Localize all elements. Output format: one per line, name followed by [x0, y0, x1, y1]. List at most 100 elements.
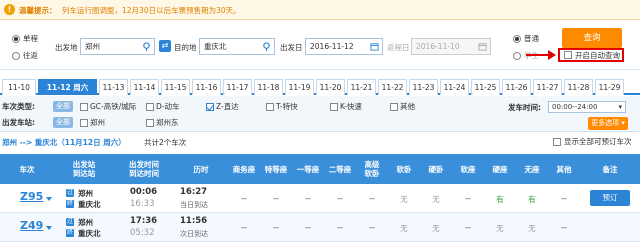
filter-type-z[interactable]: Z-直达 — [206, 101, 239, 112]
seat-availability[interactable]: 无 — [421, 194, 451, 205]
date-tab[interactable]: 11-16 — [192, 79, 221, 95]
date-tab[interactable]: 11-14 — [130, 79, 159, 95]
filter-type-k[interactable]: K-快速 — [330, 101, 362, 112]
radio-dot[interactable] — [513, 51, 521, 60]
filter-station-zhengzhoudong[interactable]: 郑州东 — [146, 117, 179, 128]
chevron-down-icon[interactable] — [46, 226, 52, 230]
date-tab[interactable]: 11-17 — [223, 79, 252, 95]
train-type-all-button[interactable]: 全部 — [53, 101, 73, 112]
date-tab[interactable]: 11-13 — [99, 79, 128, 95]
seat-availability: -- — [465, 223, 471, 232]
filter-station-zhengzhou[interactable]: 郑州 — [80, 117, 105, 128]
date-tab[interactable]: 11-26 — [502, 79, 531, 95]
checkbox[interactable] — [80, 118, 88, 127]
filter-type-d[interactable]: D-动车 — [146, 101, 179, 112]
more-options-button[interactable]: 更多选项 ▾ — [588, 117, 628, 130]
filter-type-other[interactable]: 其他 — [390, 101, 415, 112]
checkbox[interactable] — [266, 102, 274, 111]
train-number-link[interactable]: Z49 — [20, 219, 43, 232]
to-station[interactable]: 重庆北 — [78, 199, 101, 210]
to-station[interactable]: 重庆北 — [78, 228, 101, 239]
date-tab[interactable]: 11-22 — [378, 79, 407, 95]
seat-availability[interactable]: 无 — [389, 194, 419, 205]
date-tab[interactable]: 11-18 — [254, 79, 283, 95]
filter-panel: 车次类型: 全部 GC-高铁/城际 D-动车 Z-直达 T-特快 K-快速 其他… — [0, 96, 640, 132]
date-tab[interactable]: 11-10 — [2, 79, 36, 95]
table-row: Z49 过郑州终重庆北 17:36 05:32 11:56 次日到达 -- -- -- -- -- 无… — [0, 213, 640, 242]
checkbox[interactable] — [146, 118, 154, 127]
date-tab[interactable]: 11-28 — [564, 79, 593, 95]
checkbox[interactable] — [390, 102, 398, 111]
radio-dot[interactable] — [12, 34, 20, 43]
seat-availability[interactable]: 无 — [485, 223, 515, 234]
station-label: 出发车站: — [2, 118, 35, 127]
date-tab[interactable]: 11-25 — [471, 79, 500, 95]
checkbox-label: 郑州 — [90, 118, 105, 127]
seat-availability[interactable]: 有 — [517, 194, 547, 205]
seat-availability: -- — [369, 194, 375, 203]
notice-label: 温馨提示： — [19, 6, 57, 15]
date-tab[interactable]: 11-12 周六 — [38, 79, 97, 95]
swap-stations-icon[interactable]: ⇄ — [159, 40, 171, 52]
auto-query-toggle[interactable]: 开启自动查询 — [558, 48, 624, 62]
checkbox[interactable] — [206, 102, 214, 111]
date-tab[interactable]: 11-21 — [347, 79, 376, 95]
trip-type-oneway[interactable]: 单程 — [12, 33, 38, 44]
ticket-type-normal[interactable]: 普通 — [513, 33, 539, 44]
column-header: 硬卧 — [428, 164, 444, 174]
to-field[interactable]: 重庆北 — [199, 38, 275, 55]
checkbox[interactable] — [80, 102, 88, 111]
show-all-checkbox[interactable] — [553, 137, 561, 146]
checkbox-label: 其他 — [400, 102, 415, 111]
from-station[interactable]: 郑州 — [78, 188, 93, 199]
seat-availability[interactable]: 无 — [421, 223, 451, 234]
seat-availability[interactable]: 有 — [485, 194, 515, 205]
date-tab[interactable]: 11-19 — [285, 79, 314, 95]
seat-availability: -- — [369, 223, 375, 232]
depart-time: 17:36 — [130, 216, 158, 226]
book-button[interactable]: 预订 — [590, 190, 630, 206]
depart-label: 出发日 — [280, 43, 303, 52]
from-station[interactable]: 郑州 — [78, 217, 93, 228]
train-number-link[interactable]: Z95 — [20, 190, 43, 203]
seat-availability[interactable]: 无 — [517, 223, 547, 234]
seat-availability[interactable]: 无 — [389, 223, 419, 234]
date-tab[interactable]: 11-24 — [440, 79, 469, 95]
column-header: 车次 — [19, 164, 35, 174]
column-header: 出发时间 到达时间 — [129, 160, 159, 178]
column-header: 软座 — [460, 164, 476, 174]
return-label: 返程日 — [387, 43, 410, 52]
radio-dot[interactable] — [12, 51, 20, 60]
depart-date-field[interactable]: 2016-11-12 — [305, 38, 383, 55]
show-all-toggle[interactable]: 显示全部可预订车次 — [553, 136, 632, 147]
notice-text: 列车运行图调整，12月30日以后车票预售期为30天。 — [62, 6, 241, 15]
chevron-down-icon[interactable] — [46, 197, 52, 201]
station-all-button[interactable]: 全部 — [53, 117, 73, 128]
filter-type-gc[interactable]: GC-高铁/城际 — [80, 101, 136, 112]
pass-station-badge: 过 — [66, 189, 74, 197]
depart-time-select[interactable]: 00:00--24:00 ▾ — [548, 101, 626, 113]
auto-query-checkbox[interactable] — [564, 51, 572, 59]
checkbox[interactable] — [330, 102, 338, 111]
filter-type-t[interactable]: T-特快 — [266, 101, 298, 112]
date-tab[interactable]: 11-20 — [316, 79, 345, 95]
more-options-label: 更多选项 — [591, 119, 620, 127]
date-tab[interactable]: 11-27 — [533, 79, 562, 95]
date-tab[interactable]: 11-23 — [409, 79, 438, 95]
arrival-day-note: 当日到达 — [180, 201, 208, 209]
show-all-label: 显示全部可预订车次 — [564, 137, 632, 146]
column-header: 特等座 — [264, 164, 288, 174]
date-tab[interactable]: 11-15 — [161, 79, 190, 95]
checkbox-label: 郑州东 — [156, 118, 179, 127]
radio-dot[interactable] — [513, 34, 521, 43]
trip-type-roundtrip[interactable]: 往返 — [12, 50, 38, 61]
from-field[interactable]: 郑州 — [80, 38, 155, 55]
seat-availability: -- — [273, 223, 279, 232]
depart-time: 00:06 — [130, 187, 158, 197]
date-tab[interactable]: 11-29 — [595, 79, 624, 95]
arrival-day-note: 次日到达 — [180, 230, 208, 238]
checkbox[interactable] — [146, 102, 154, 111]
query-button[interactable]: 查询 — [562, 28, 622, 48]
result-summary: 郑州 --> 重庆北（11月12日 周六） 共计2个车次 显示全部可预订车次 — [0, 133, 640, 151]
return-date-field[interactable]: 2016-11-10 — [411, 38, 491, 55]
